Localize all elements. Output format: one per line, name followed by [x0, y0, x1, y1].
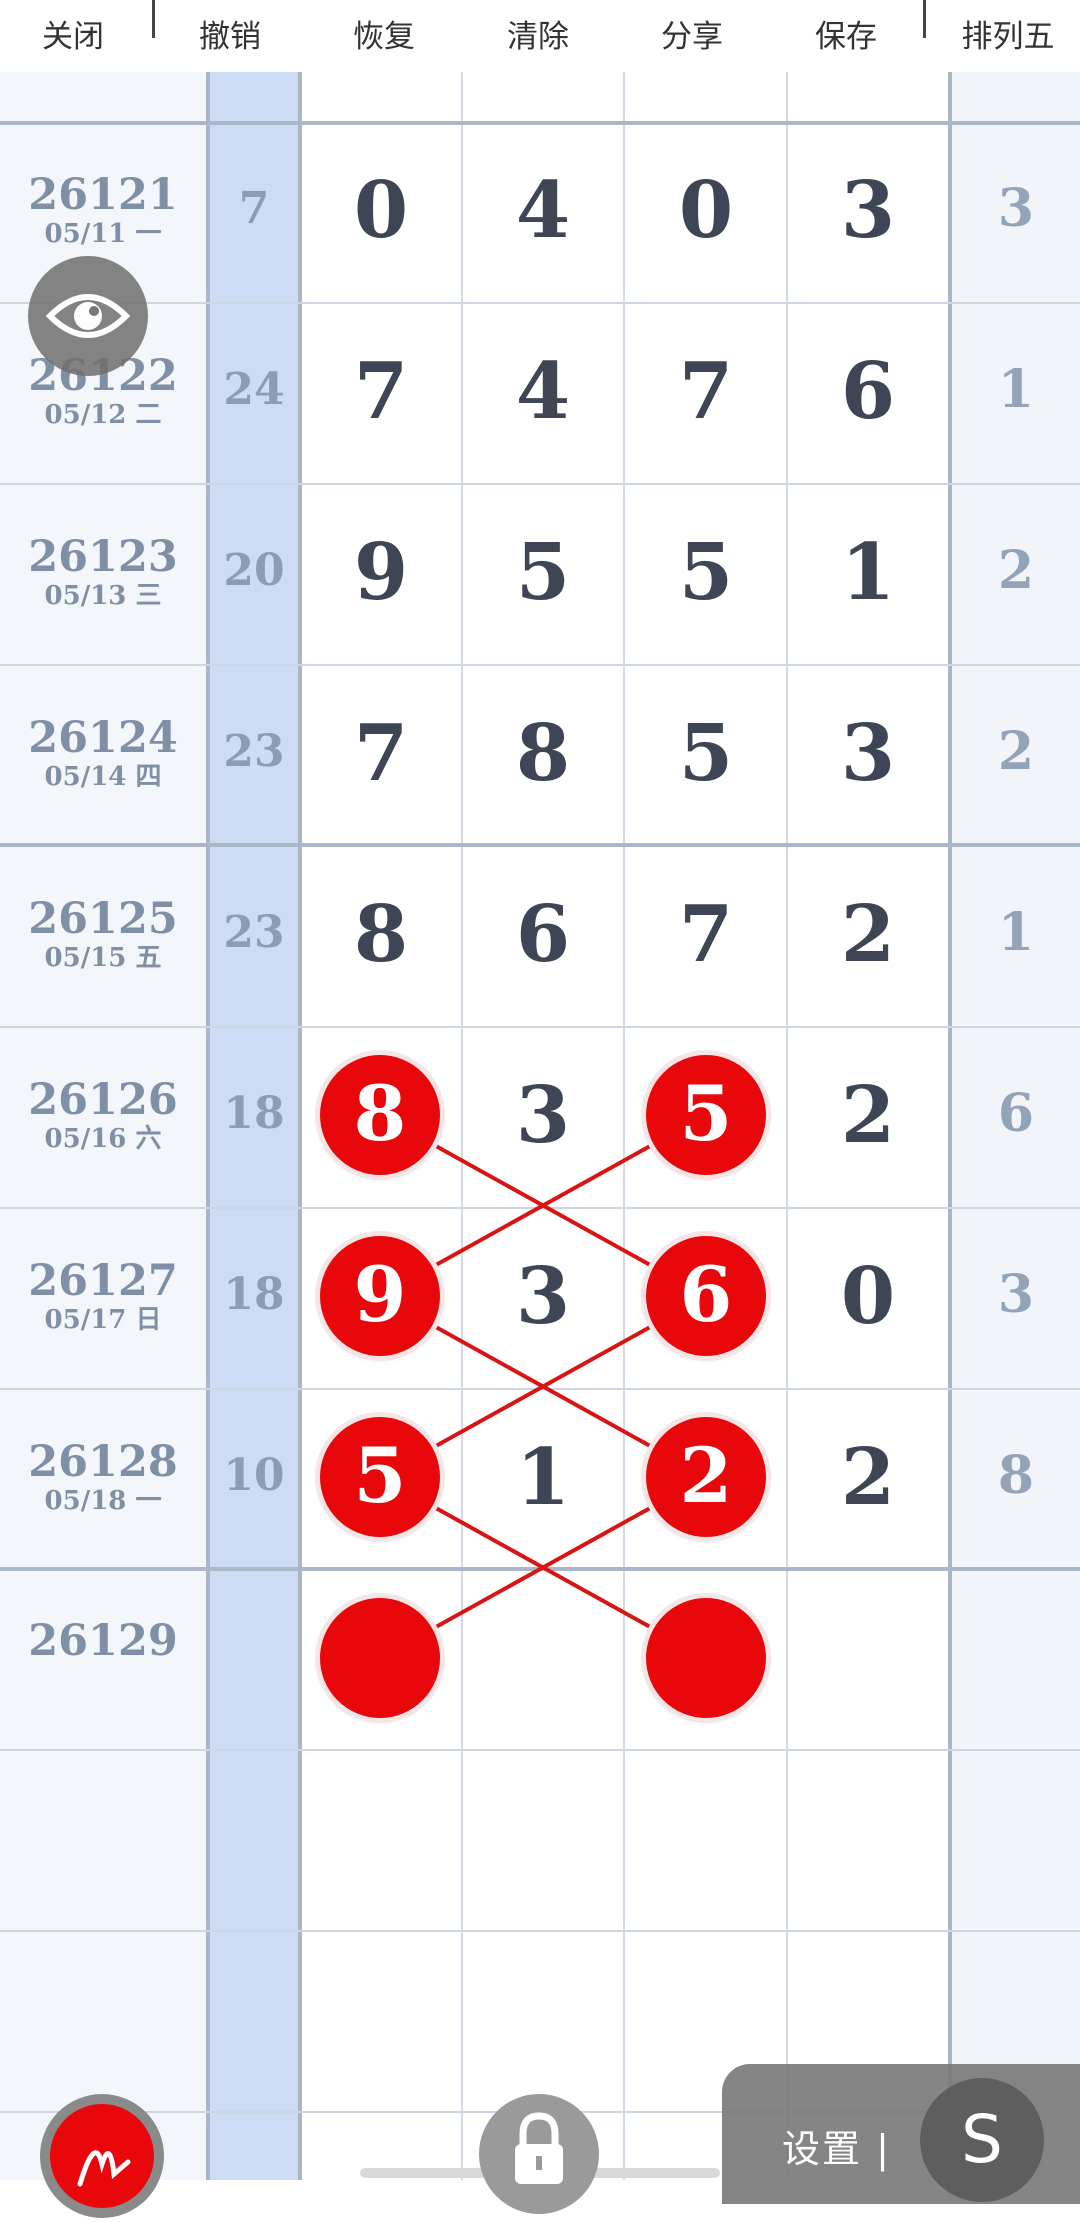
trend-lines: [379, 1113, 707, 1660]
eye-icon: [45, 294, 131, 338]
close-button[interactable]: 关闭: [13, 0, 133, 72]
save-label: 保存: [815, 19, 877, 55]
settings-label: 设置: [782, 2127, 863, 2171]
share-label: 分享: [661, 19, 723, 55]
s-icon: S: [961, 2101, 1003, 2178]
redo-label: 恢复: [353, 19, 415, 55]
prediction-ball[interactable]: [646, 1598, 766, 1718]
marked-ball[interactable]: 8: [320, 1055, 440, 1175]
undo-button[interactable]: 撤销: [170, 0, 290, 72]
lottery-name: 排列五: [961, 19, 1055, 55]
marked-ball[interactable]: 2: [646, 1417, 766, 1537]
undo-label: 撤销: [199, 19, 261, 55]
settings-panel: 设置 | S: [722, 2064, 1080, 2204]
share-button[interactable]: 分享: [632, 0, 752, 72]
toolbar: 关闭 撤销 恢复 清除 分享 保存 排列五: [0, 0, 1080, 72]
clear-button[interactable]: 清除: [478, 0, 598, 72]
redo-button[interactable]: 恢复: [324, 0, 444, 72]
lottery-type-label[interactable]: 排列五: [944, 0, 1072, 72]
pen-button[interactable]: [40, 2094, 164, 2218]
lock-icon: [515, 2112, 563, 2184]
marked-ball[interactable]: 6: [646, 1236, 766, 1356]
eye-toggle-button[interactable]: [28, 256, 148, 376]
pen-icon: [50, 2104, 154, 2208]
toolbar-divider: [152, 0, 155, 38]
save-button[interactable]: 保存: [786, 0, 906, 72]
settings-button[interactable]: 设置 |: [782, 2118, 891, 2173]
toolbar-divider: [923, 0, 926, 38]
clear-label: 清除: [507, 19, 569, 55]
marked-ball[interactable]: 5: [646, 1055, 766, 1175]
s-menu-button[interactable]: S: [920, 2078, 1044, 2202]
marked-ball[interactable]: 9: [320, 1236, 440, 1356]
prediction-ball[interactable]: [320, 1598, 440, 1718]
close-label: 关闭: [42, 19, 104, 55]
lock-button[interactable]: [479, 2094, 599, 2214]
marked-ball[interactable]: 5: [320, 1417, 440, 1537]
